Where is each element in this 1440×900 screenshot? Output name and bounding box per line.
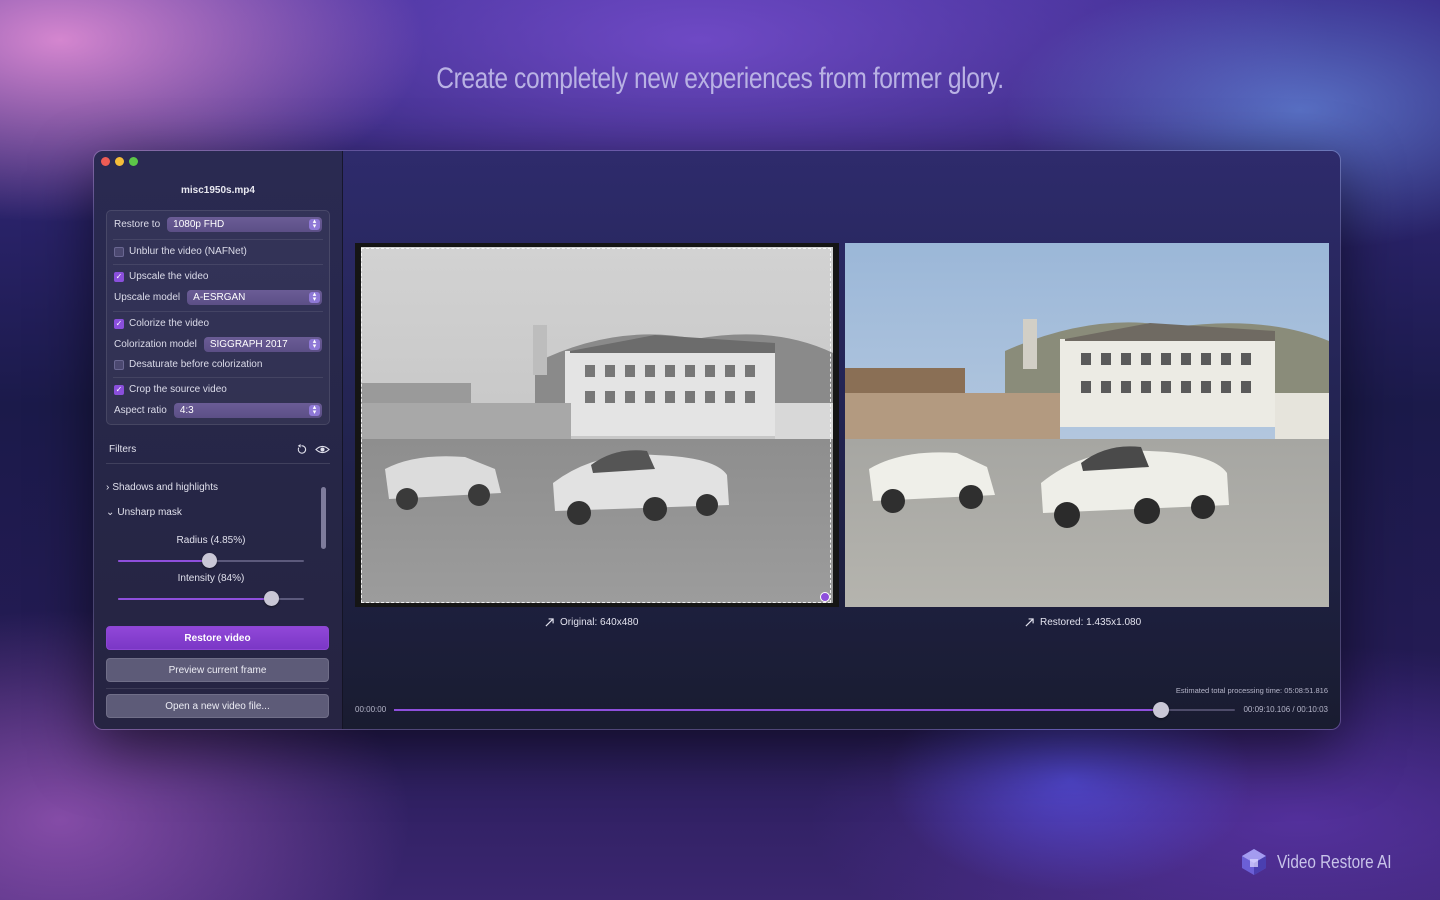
brand-name: Video Restore AI [1277, 851, 1392, 872]
aspect-ratio-value: 4:3 [179, 405, 194, 416]
original-preview[interactable] [355, 243, 839, 607]
timeline-slider[interactable] [394, 702, 1235, 718]
chevron-updown-icon: ▴ ▾ [309, 338, 320, 350]
crop-checkbox[interactable]: ✓ [114, 384, 124, 395]
timeline-progress-fill [394, 709, 1161, 711]
timeline-scrubber-knob[interactable] [1152, 702, 1169, 718]
chevron-updown-icon: ▴ ▾ [309, 218, 320, 230]
desaturate-row: Desaturate before colorization [114, 359, 322, 370]
restore-to-value: 1080p FHD [173, 219, 225, 230]
chevron-updown-icon: ▴ ▾ [309, 404, 320, 416]
shadows-highlights-section[interactable]: › Shadows and highlights [106, 482, 218, 493]
unblur-checkbox[interactable] [114, 246, 124, 257]
window-controls [101, 157, 138, 166]
restored-caption-text: Restored: 1.435x1.080 [1040, 617, 1142, 628]
minimize-window-button[interactable] [115, 157, 124, 166]
intensity-slider[interactable] [118, 591, 304, 606]
file-title: misc1950s.mp4 [181, 185, 255, 196]
colorize-label: Colorize the video [129, 318, 210, 329]
unblur-label: Unblur the video (NAFNet) [129, 246, 247, 257]
restored-caption: Restored: 1.435x1.080 [1025, 617, 1141, 628]
brand: Video Restore AI [1241, 848, 1412, 876]
open-video-button[interactable]: Open a new video file... [106, 694, 329, 718]
divider [113, 377, 323, 378]
timeline-start: 00:00:00 [355, 705, 387, 714]
colorize-checkbox[interactable]: ✓ [114, 318, 124, 329]
divider [106, 688, 329, 689]
upscale-row: ✓ Upscale the video [114, 271, 322, 282]
divider [106, 463, 330, 464]
restored-frame-image [845, 243, 1329, 607]
chevron-down-icon: ⌄ [106, 507, 115, 518]
chevron-updown-icon: ▴ ▾ [309, 291, 320, 303]
upscale-model-value: A-ESRGAN [193, 292, 246, 303]
radius-label: Radius (4.85%) [176, 535, 246, 546]
restore-to-row: Restore to 1080p FHD ▴ ▾ [114, 217, 322, 232]
aspect-ratio-row: Aspect ratio 4:3 ▴ ▾ [114, 403, 322, 418]
crop-label: Crop the source video [129, 384, 227, 395]
divider [113, 239, 323, 240]
upscale-label: Upscale the video [129, 271, 209, 282]
zoom-window-button[interactable] [129, 157, 138, 166]
colorization-model-value: SIGGRAPH 2017 [209, 339, 288, 350]
radius-slider-knob[interactable] [202, 553, 218, 568]
preview-frame-button[interactable]: Preview current frame [106, 658, 329, 682]
upscale-model-label: Upscale model [114, 292, 181, 303]
original-caption-text: Original: 640x480 [560, 617, 639, 628]
expand-arrow-icon[interactable] [1025, 618, 1034, 627]
shadows-highlights-label: Shadows and highlights [112, 482, 218, 493]
preview-area: Original: 640x480 Restored: 1.435x1.080 … [343, 151, 1340, 729]
divider [113, 264, 323, 265]
close-window-button[interactable] [101, 157, 110, 166]
estimated-time: Estimated total processing time: 05:08:5… [1175, 686, 1328, 695]
crop-frame[interactable] [361, 248, 831, 603]
aspect-ratio-label: Aspect ratio [114, 405, 167, 416]
colorization-model-label: Colorization model [114, 339, 197, 350]
reset-icon[interactable] [296, 444, 307, 455]
radius-slider-fill [118, 560, 210, 562]
desaturate-checkbox[interactable] [114, 359, 124, 370]
chevron-right-icon: › [106, 482, 110, 493]
restore-to-select[interactable]: 1080p FHD ▴ ▾ [167, 217, 322, 232]
aspect-ratio-select[interactable]: 4:3 ▴ ▾ [173, 403, 322, 418]
restore-video-button[interactable]: Restore video [106, 626, 329, 650]
divider [113, 311, 323, 312]
filters-scrollbar[interactable] [321, 487, 326, 549]
hexagon-cube-logo [1242, 849, 1267, 875]
unsharp-mask-section[interactable]: ⌄ Unsharp mask [106, 507, 182, 518]
eye-icon[interactable] [315, 444, 330, 455]
settings-sidebar: misc1950s.mp4 Restore to 1080p FHD ▴ ▾ Un… [94, 151, 343, 729]
desaturate-label: Desaturate before colorization [129, 359, 263, 370]
crop-row: ✓ Crop the source video [114, 384, 322, 395]
colorization-model-select[interactable]: SIGGRAPH 2017 ▴ ▾ [203, 337, 322, 352]
unsharp-mask-label: Unsharp mask [117, 507, 182, 518]
intensity-label: Intensity (84%) [177, 573, 245, 584]
crop-resize-handle[interactable] [820, 592, 830, 602]
timeline-position: 00:09:10.106 / 00:10:03 [1243, 705, 1328, 714]
unblur-row: Unblur the video (NAFNet) [114, 246, 322, 257]
intensity-slider-knob[interactable] [263, 591, 279, 606]
upscale-model-row: Upscale model A-ESRGAN ▴ ▾ [114, 290, 322, 305]
restore-to-label: Restore to [114, 219, 161, 230]
colorization-model-row: Colorization model SIGGRAPH 2017 ▴ ▾ [114, 337, 322, 352]
radius-slider[interactable] [118, 553, 304, 568]
headline: Create completely new experiences from f… [436, 62, 1004, 95]
upscale-checkbox[interactable]: ✓ [114, 271, 124, 282]
colorize-row: ✓ Colorize the video [114, 318, 322, 329]
restored-preview[interactable] [845, 243, 1329, 607]
expand-arrow-icon[interactable] [545, 618, 554, 627]
upscale-model-select[interactable]: A-ESRGAN ▴ ▾ [187, 290, 322, 305]
original-caption: Original: 640x480 [545, 617, 638, 628]
filters-title: Filters [109, 444, 137, 455]
filters-header: Filters [109, 444, 330, 455]
restore-options-group: Restore to 1080p FHD ▴ ▾ Unblur the video… [106, 210, 330, 425]
intensity-slider-fill [118, 598, 271, 600]
app-window: misc1950s.mp4 Restore to 1080p FHD ▴ ▾ Un… [93, 150, 1341, 730]
